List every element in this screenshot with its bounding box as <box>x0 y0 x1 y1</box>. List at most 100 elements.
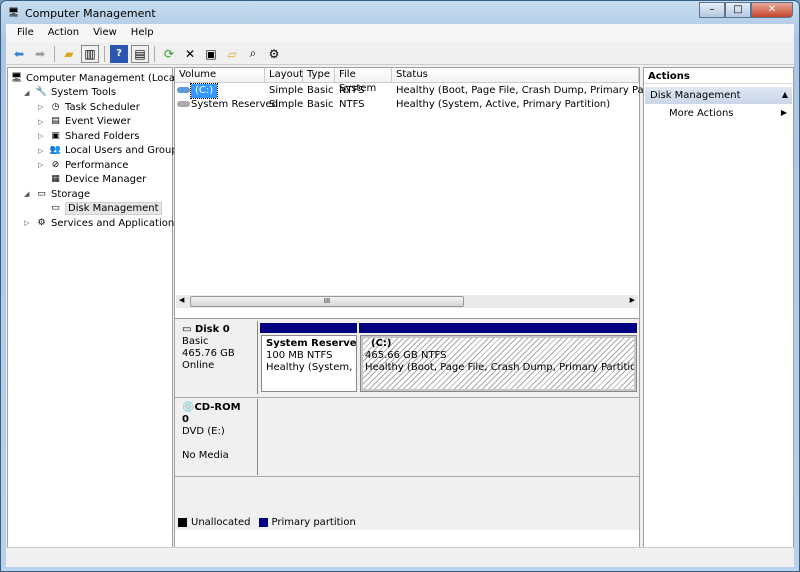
partition-size: 465.66 GB NTFS <box>365 350 447 361</box>
search-icon[interactable]: ⌕ <box>244 45 262 63</box>
open-icon[interactable]: ▱ <box>223 45 241 63</box>
scrollbar-thumb[interactable]: III <box>190 296 464 307</box>
expander-icon[interactable]: ▷ <box>38 132 46 140</box>
legend: Unallocated Primary partition <box>178 517 356 528</box>
horizontal-scrollbar[interactable]: ◀ III ▶ <box>176 295 638 308</box>
table-cell[interactable]: NTFS <box>339 98 365 112</box>
table-cell[interactable]: Simple <box>269 98 303 112</box>
cd-drive-icon: 💿 <box>182 402 195 413</box>
tree-item-label: Task Scheduler <box>65 101 140 113</box>
table-cell[interactable]: Simple <box>269 84 303 98</box>
table-cell[interactable]: Basic <box>307 84 333 98</box>
tree-item-label: Computer Management (Local) <box>26 72 182 84</box>
tree-item[interactable]: ▷ ▣ Shared Folders <box>38 129 140 143</box>
expander-icon[interactable]: ▷ <box>38 118 46 126</box>
expander-icon[interactable]: ▷ <box>38 147 46 155</box>
column-header-status[interactable]: Status <box>392 68 639 83</box>
unallocated-swatch <box>178 518 187 527</box>
tree-item-label: Services and Applications <box>51 217 180 229</box>
partition-bar-system-reserved <box>260 323 357 333</box>
table-cell[interactable]: Healthy (Boot, Page File, Crash Dump, Pr… <box>396 84 678 98</box>
refresh-icon[interactable]: ⟳ <box>160 45 178 63</box>
expander-icon[interactable]: ▷ <box>24 219 32 227</box>
tree-item-label: Performance <box>65 159 129 171</box>
cdrom-0-label[interactable]: 💿CD-ROM 0 DVD (E:) No Media <box>176 399 258 475</box>
disk-name: Disk 0 <box>194 324 230 335</box>
tree-item[interactable]: ▷ ◷ Task Scheduler <box>38 100 140 114</box>
tree-item[interactable]: ▭ Disk Management <box>38 202 162 216</box>
tree-item[interactable]: ▷ ⚙ Services and Applications <box>24 216 179 230</box>
collapse-icon[interactable]: ▲ <box>782 90 788 99</box>
menu-help[interactable]: Help <box>124 24 161 42</box>
expander-icon[interactable]: ▷ <box>38 103 46 111</box>
menu-bar: File Action View Help <box>6 24 794 42</box>
scroll-right-icon[interactable]: ▶ <box>630 296 635 304</box>
tree-item-label: Storage <box>51 188 91 200</box>
minimize-button[interactable]: – <box>699 2 725 18</box>
status-bar <box>6 547 794 567</box>
disk-0-label[interactable]: ▭ Disk 0 Basic 465.76 GB Online <box>176 321 258 394</box>
tree-item[interactable]: ▦ Device Manager <box>38 173 146 187</box>
window-title: Computer Management <box>25 6 156 20</box>
maximize-button[interactable]: □ <box>725 2 751 18</box>
table-cell[interactable]: System Reserved <box>191 98 278 112</box>
column-header-volume[interactable]: Volume <box>175 68 265 83</box>
table-cell[interactable]: Healthy (System, Active, Primary Partiti… <box>396 98 610 112</box>
actions-section-disk-management[interactable]: Disk Management ▲ <box>645 87 792 104</box>
table-cell[interactable]: NTFS <box>339 84 365 98</box>
tree-item[interactable]: ▷ ▤ Event Viewer <box>38 115 131 129</box>
up-folder-icon[interactable]: ▰ <box>60 45 78 63</box>
menu-file[interactable]: File <box>10 24 41 42</box>
title-bar: 🖥 Computer Management <box>7 4 156 22</box>
tree-item-label: System Tools <box>51 87 117 98</box>
column-header-type[interactable]: Type <box>303 68 335 83</box>
partition-system-reserved[interactable]: System Reserved 100 MB NTFS Healthy (Sys… <box>261 335 357 392</box>
tree-item-label: Device Manager <box>65 174 147 185</box>
toolbar: ⬅ ➡ ▰ ▥ ? ▤ ⟳ ✕ ▣ ▱ ⌕ ⚙ <box>6 43 794 65</box>
volume-icon <box>177 98 190 112</box>
tree-item[interactable]: 🖥 Computer Management (Local) <box>10 71 182 85</box>
menu-view[interactable]: View <box>86 24 124 42</box>
back-icon[interactable]: ⬅ <box>10 45 28 63</box>
properties-icon[interactable]: ▣ <box>202 45 220 63</box>
disk-state: Online <box>182 360 215 371</box>
partition-name: (C:) <box>371 338 392 349</box>
navigation-tree: 🖥 Computer Management (Local) ◢ 🔧 System Too… <box>7 67 183 548</box>
tree-item[interactable]: ◢ ▭ Storage <box>24 187 90 201</box>
tools-icon: 🔧 <box>35 87 48 97</box>
scroll-left-icon[interactable]: ◀ <box>179 296 184 304</box>
tree-item[interactable]: ▷ 👥 Local Users and Groups <box>38 144 183 158</box>
section-label: Disk Management <box>650 90 741 101</box>
computer-icon: 🖥 <box>10 72 23 83</box>
column-header-layout[interactable]: Layout <box>265 68 303 83</box>
show-hide-action-pane-icon[interactable]: ▤ <box>131 44 149 63</box>
partition-bar-c <box>359 323 637 333</box>
table-cell[interactable]: (C:) <box>189 83 219 99</box>
expander-icon[interactable]: ▷ <box>38 161 46 169</box>
clock-icon: ◷ <box>51 101 60 112</box>
disk-type: DVD (E:) <box>182 426 225 437</box>
services-icon: ⚙ <box>37 217 46 228</box>
more-actions-item[interactable]: More Actions ▶ <box>669 108 789 119</box>
disk-state: No Media <box>182 450 229 461</box>
partition-status: Healthy (System, Ac <box>266 362 356 373</box>
partition-c[interactable]: (C:) 465.66 GB NTFS Healthy (Boot, Page … <box>360 335 637 392</box>
expander-icon[interactable]: ◢ <box>24 89 32 97</box>
forward-icon[interactable]: ➡ <box>31 45 49 63</box>
users-icon: 👥 <box>49 145 62 155</box>
tree-item[interactable]: ▷ ⊘ Performance <box>38 158 128 172</box>
expander-icon[interactable]: ◢ <box>24 190 32 198</box>
menu-action[interactable]: Action <box>41 24 86 42</box>
show-hide-tree-icon[interactable]: ▥ <box>81 44 99 63</box>
tree-item[interactable]: ◢ 🔧 System Tools <box>24 86 116 100</box>
tree-item-label: Shared Folders <box>65 130 140 142</box>
help-icon[interactable]: ? <box>110 44 128 63</box>
settings-icon[interactable]: ⚙ <box>265 45 283 63</box>
delete-icon[interactable]: ✕ <box>181 45 199 63</box>
table-cell[interactable]: Basic <box>307 98 333 112</box>
column-header-file-system[interactable]: File System <box>335 68 392 94</box>
partition-status: Healthy (Boot, Page File, Crash Dump, Pr… <box>365 362 637 373</box>
close-button[interactable]: ✕ <box>751 2 793 18</box>
actions-header: Actions <box>644 68 793 84</box>
partition-size: 100 MB NTFS <box>266 350 333 361</box>
